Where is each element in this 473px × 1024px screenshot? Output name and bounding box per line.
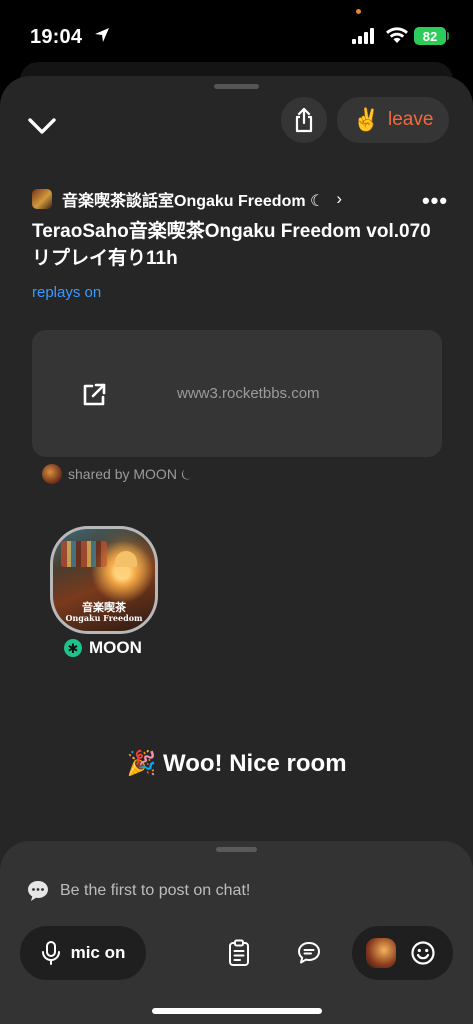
club-avatar (32, 189, 52, 209)
room-message: 🎉 Woo! Nice room (126, 750, 347, 777)
leave-button[interactable]: ✌️ leave (337, 97, 449, 143)
chat-button[interactable] (290, 933, 328, 973)
share-button[interactable] (281, 97, 327, 143)
clipboard-icon (229, 939, 249, 966)
chat-grabber[interactable] (216, 847, 257, 852)
clipboard-button[interactable] (220, 933, 258, 973)
speaker-avatar-image: 音楽喫茶 Ongaku Freedom (53, 529, 155, 631)
avatar-bookshelf (61, 541, 107, 567)
chevron-right-icon: › (336, 189, 343, 208)
chevron-down-icon (28, 118, 56, 134)
speech-bubble-icon (28, 881, 48, 901)
moderator-badge-icon: ✱ (64, 639, 82, 657)
status-time: 19:04 (30, 26, 83, 48)
speaker-name: MOON (89, 638, 142, 657)
emoji-button[interactable] (408, 938, 438, 968)
battery-level: 82 (422, 28, 438, 44)
chat-icon (298, 942, 320, 964)
battery-nub (447, 32, 449, 40)
mic-label: mic on (70, 943, 126, 962)
club-name: 音楽喫茶談話室Ongaku Freedom ☾ (62, 193, 325, 210)
chat-prompt[interactable]: Be the first to post on chat! (26, 879, 250, 903)
collapse-button[interactable] (24, 108, 60, 144)
share-icon (295, 107, 313, 133)
sheet-grabber[interactable] (214, 84, 259, 89)
sharer-avatar (42, 464, 62, 484)
more-button[interactable]: ••• (420, 186, 450, 216)
wifi-icon (386, 27, 408, 43)
speaker-label: ✱ MOON (64, 638, 142, 658)
smiley-icon (411, 941, 435, 965)
external-link-icon (83, 383, 106, 406)
shared-by-row: shared by MOON ⏾ (42, 464, 192, 484)
privacy-indicator (356, 9, 361, 14)
mic-button[interactable]: mic on (20, 926, 146, 980)
status-bar: 19:04 82 (0, 0, 473, 62)
room-title: TeraoSaho音楽喫茶Ongaku Freedom vol.070リプレイ有… (32, 221, 431, 269)
battery-icon: 82 (414, 27, 446, 45)
avatar-lamp (115, 551, 137, 567)
link-url: www3.rocketbbs.com (177, 385, 320, 402)
club-link[interactable]: 音楽喫茶談話室Ongaku Freedom ☾ › (32, 187, 342, 211)
signal-icon (352, 28, 374, 44)
avatar[interactable] (366, 938, 396, 968)
leave-label: leave (387, 109, 434, 130)
more-icon: ••• (421, 188, 449, 213)
shared-by-text: shared by MOON ⏾ (68, 465, 192, 482)
replays-status[interactable]: replays on (32, 284, 101, 301)
peace-hand-icon: ✌️ (352, 107, 380, 132)
speaker-avatar[interactable]: 音楽喫茶 Ongaku Freedom (50, 526, 158, 634)
avatar-caption-sub: Ongaku Freedom (65, 613, 143, 623)
chat-placeholder: Be the first to post on chat! (60, 882, 251, 899)
mic-icon (41, 941, 60, 965)
location-arrow-icon (95, 28, 109, 42)
home-indicator[interactable] (152, 1008, 322, 1014)
